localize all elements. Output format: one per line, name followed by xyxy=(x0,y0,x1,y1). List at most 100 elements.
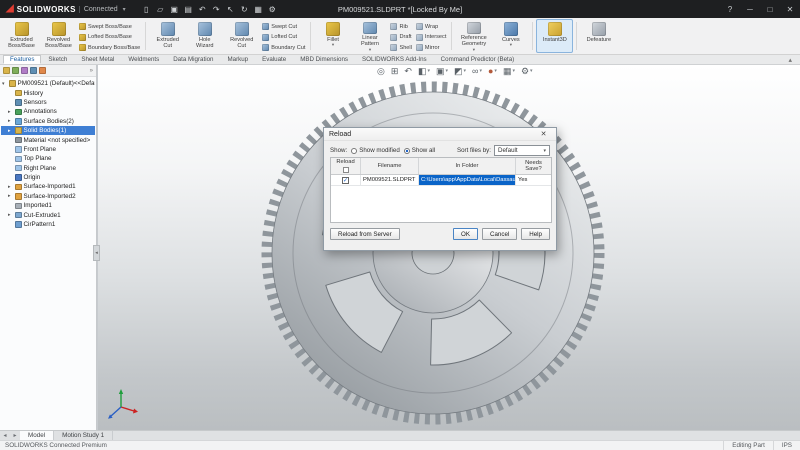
ribbon-button-instant3d[interactable]: Instant3D xyxy=(536,19,573,53)
bottom-tab-motion-study-1[interactable]: Motion Study 1 xyxy=(54,431,113,440)
tree-item-surface-imported1[interactable]: ▸Surface-Imported1 xyxy=(1,182,95,191)
expand-arrow-icon[interactable]: ▸ xyxy=(8,118,13,124)
dimxpertmanager-tab-icon[interactable] xyxy=(30,67,37,74)
ribbon-button-swept-boss-base[interactable]: Swept Boss/Base xyxy=(79,22,140,32)
section-view-icon[interactable]: ◧▾ xyxy=(417,65,431,77)
tab-solidworks-add-ins[interactable]: SOLIDWORKS Add-Ins xyxy=(355,55,434,64)
open-file-icon[interactable]: ▱ xyxy=(154,2,167,16)
collapse-ribbon-icon[interactable]: ▴ xyxy=(788,55,800,64)
ribbon-button-wrap[interactable]: Wrap xyxy=(416,22,446,32)
tree-item-imported1[interactable]: Imported1 xyxy=(1,201,95,210)
ribbon-button-revolved-cut[interactable]: Revolved Cut xyxy=(223,19,260,53)
column-reload[interactable]: Reload xyxy=(331,158,361,174)
tree-item-sensors[interactable]: Sensors xyxy=(1,98,95,107)
tab-markup[interactable]: Markup xyxy=(220,55,255,64)
zoom-fit-icon[interactable]: ◎ xyxy=(376,65,386,77)
sort-files-select[interactable]: Default ▾ xyxy=(494,145,550,156)
tab-data-migration[interactable]: Data Migration xyxy=(166,55,220,64)
dialog-title-bar[interactable]: Reload ✕ xyxy=(324,128,556,141)
apply-scene-icon[interactable]: ▦▾ xyxy=(502,65,516,77)
file-properties-icon[interactable]: ▦ xyxy=(252,2,265,16)
tree-item-right-plane[interactable]: Right Plane xyxy=(1,164,95,173)
tab-sheet-metal[interactable]: Sheet Metal xyxy=(74,55,121,64)
cancel-button[interactable]: Cancel xyxy=(482,228,517,240)
ribbon-button-swept-cut[interactable]: Swept Cut xyxy=(262,22,305,32)
ribbon-button-intersect[interactable]: Intersect xyxy=(416,33,446,43)
ribbon-button-lofted-cut[interactable]: Lofted Cut xyxy=(262,33,305,43)
ribbon-button-hole-wizard[interactable]: Hole Wizard xyxy=(186,19,223,53)
expand-arrow-icon[interactable]: ▸ xyxy=(8,128,13,134)
ribbon-button-defeature[interactable]: Defeature xyxy=(580,19,617,53)
ribbon-button-linear-pattern[interactable]: Linear Pattern▾ xyxy=(351,19,388,53)
tree-item-surface-bodies-2[interactable]: ▸Surface Bodies(2) xyxy=(1,117,95,126)
column-needs-save[interactable]: Needs Save? xyxy=(516,158,551,174)
filename-cell[interactable]: PM009521.SLDPRT xyxy=(361,175,419,185)
zoom-area-icon[interactable]: ⊞ xyxy=(390,65,400,77)
tree-item-annotations[interactable]: ▸Annotations xyxy=(1,107,95,116)
options-icon[interactable]: ⚙ xyxy=(266,2,279,16)
new-file-icon[interactable]: ▯ xyxy=(140,2,153,16)
tree-item-front-plane[interactable]: Front Plane xyxy=(1,145,95,154)
reload-checkbox[interactable]: ✓ xyxy=(342,177,349,184)
tab-evaluate[interactable]: Evaluate xyxy=(255,55,293,64)
tab-sketch[interactable]: Sketch xyxy=(41,55,74,64)
featuremanager-tab-icon[interactable] xyxy=(3,67,10,74)
tree-item-history[interactable]: History xyxy=(1,88,95,97)
tree-item-material-not-specified[interactable]: Material <not specified> xyxy=(1,135,95,144)
tree-item-solid-bodies-1[interactable]: ▸Solid Bodies(1) xyxy=(1,126,95,135)
ok-button[interactable]: OK xyxy=(453,228,478,240)
save-icon[interactable]: ▣ xyxy=(168,2,181,16)
tab-mbd-dimensions[interactable]: MBD Dimensions xyxy=(293,55,355,64)
expand-arrow-icon[interactable]: ▸ xyxy=(8,193,13,199)
undo-icon[interactable]: ↶ xyxy=(196,2,209,16)
redo-icon[interactable]: ↷ xyxy=(210,2,223,16)
collapse-arrow-icon[interactable]: ▾ xyxy=(2,81,7,87)
scroll-tabs-right-icon[interactable]: ▸ xyxy=(10,431,20,440)
tree-item-cirpattern1[interactable]: CirPattern1 xyxy=(1,220,95,229)
print-icon[interactable]: ▤ xyxy=(182,2,195,16)
panel-collapse-arrow[interactable]: ◂ xyxy=(93,245,100,261)
tab-features[interactable]: Features xyxy=(3,55,41,64)
column-filename[interactable]: Filename xyxy=(361,158,419,174)
view-orientation-icon[interactable]: ▣▾ xyxy=(435,65,449,77)
configurationmanager-tab-icon[interactable] xyxy=(21,67,28,74)
radio-show-all[interactable]: Show all xyxy=(404,147,435,154)
tab-command-predictor-beta[interactable]: Command Predictor (Beta) xyxy=(434,55,522,64)
ribbon-button-extruded-cut[interactable]: Extruded Cut xyxy=(149,19,186,53)
previous-view-icon[interactable]: ↶ xyxy=(403,65,413,77)
menu-caret-icon[interactable]: ▾ xyxy=(123,6,126,13)
view-settings-icon[interactable]: ⚙▾ xyxy=(520,65,534,77)
propertymanager-tab-icon[interactable] xyxy=(12,67,19,74)
ribbon-button-reference-geometry[interactable]: Reference Geometry▾ xyxy=(455,19,492,53)
tree-item-origin[interactable]: Origin xyxy=(1,173,95,182)
bottom-tab-model[interactable]: Model xyxy=(20,431,54,440)
expand-arrow-icon[interactable]: ▸ xyxy=(8,109,13,115)
tree-item-surface-imported2[interactable]: ▸Surface-Imported2 xyxy=(1,192,95,201)
expand-arrow-icon[interactable]: ▸ xyxy=(8,212,13,218)
tree-root-part[interactable]: ▾ PM009521 (Default)<<Default>_Displ xyxy=(1,79,95,88)
help-button[interactable]: Help xyxy=(521,228,550,240)
hide-show-items-icon[interactable]: ∞▾ xyxy=(471,65,483,77)
scroll-tabs-left-icon[interactable]: ◂ xyxy=(0,431,10,440)
close-icon[interactable]: ✕ xyxy=(780,0,800,18)
expand-arrow-icon[interactable]: ▸ xyxy=(8,184,13,190)
reload-from-server-button[interactable]: Reload from Server xyxy=(330,228,400,240)
tree-item-cut-extrude1[interactable]: ▸Cut-Extrude1 xyxy=(1,210,95,219)
ribbon-button-rib[interactable]: Rib xyxy=(390,22,411,32)
select-all-checkbox[interactable] xyxy=(343,167,349,173)
help-icon[interactable]: ? xyxy=(720,0,740,18)
ribbon-button-lofted-boss-base[interactable]: Lofted Boss/Base xyxy=(79,33,140,43)
file-table-row[interactable]: ✓ PM009521.SLDPRT C:\Users\app\AppData\L… xyxy=(331,175,551,186)
in-folder-cell[interactable]: C:\Users\app\AppData\Local\DassaultSyste… xyxy=(419,175,516,185)
maximize-icon[interactable]: □ xyxy=(760,0,780,18)
select-icon[interactable]: ↖ xyxy=(224,2,237,16)
radio-show-modified[interactable]: Show modified xyxy=(351,147,400,154)
ribbon-button-boundary-cut[interactable]: Boundary Cut xyxy=(262,43,305,53)
edit-appearance-icon[interactable]: ●▾ xyxy=(487,65,498,77)
ribbon-button-curves[interactable]: Curves▾ xyxy=(492,19,529,53)
ribbon-button-mirror[interactable]: Mirror xyxy=(416,43,446,53)
ribbon-button-draft[interactable]: Draft xyxy=(390,33,411,43)
column-in-folder[interactable]: In Folder xyxy=(419,158,516,174)
ribbon-button-fillet[interactable]: Fillet▾ xyxy=(314,19,351,53)
displaymanager-tab-icon[interactable] xyxy=(39,67,46,74)
